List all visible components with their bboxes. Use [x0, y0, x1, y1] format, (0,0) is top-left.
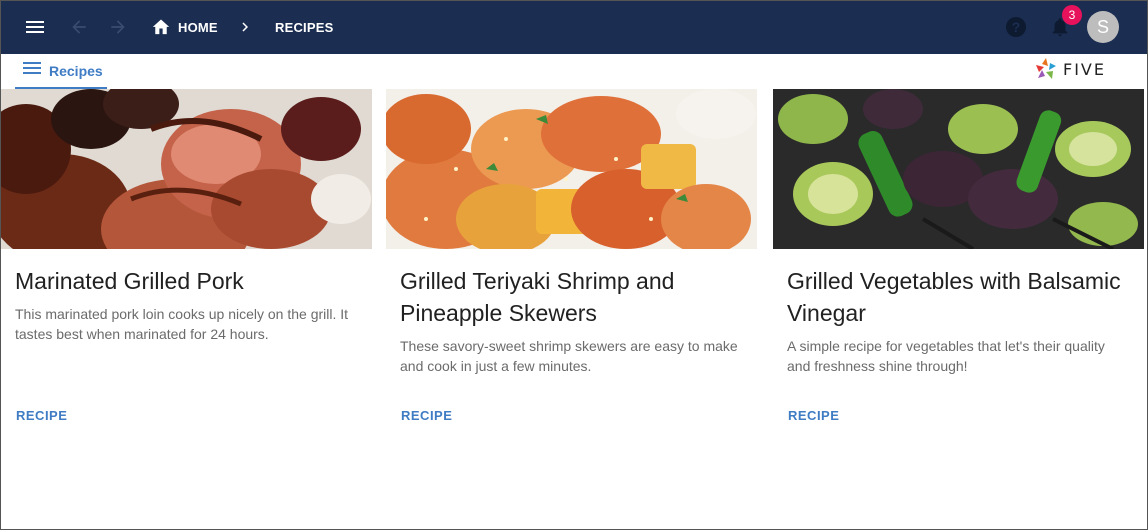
recipe-photo: [773, 89, 1144, 249]
recipe-description: These savory-sweet shrimp skewers are ea…: [400, 338, 738, 374]
home-icon[interactable]: [151, 17, 171, 40]
app-window: HOME RECIPES ? 3 S Recipes FIVE Marinate…: [0, 0, 1148, 530]
list-icon: [23, 61, 41, 80]
five-logo-icon: [1036, 58, 1056, 79]
tab-recipes[interactable]: Recipes: [15, 54, 107, 89]
recipe-card: Grilled Vegetables with Balsamic Vinegar…: [773, 89, 1144, 429]
notification-badge: 3: [1062, 5, 1082, 25]
recipe-title: Marinated Grilled Pork: [15, 268, 244, 294]
recipe-title: Grilled Vegetables with Balsamic Vinegar: [787, 268, 1121, 326]
five-logo: FIVE: [1035, 57, 1106, 81]
recipe-button[interactable]: RECIPE: [16, 408, 67, 423]
recipe-button[interactable]: RECIPE: [401, 408, 452, 423]
breadcrumb-home[interactable]: HOME: [178, 20, 218, 35]
avatar[interactable]: S: [1087, 11, 1119, 43]
recipe-button[interactable]: RECIPE: [788, 408, 839, 423]
recipe-photo: [1, 89, 372, 249]
tab-bar: Recipes FIVE: [1, 54, 1147, 89]
recipe-card: Grilled Teriyaki Shrimp and Pineapple Sk…: [386, 89, 757, 429]
recipe-card: Marinated Grilled Pork This marinated po…: [1, 89, 372, 429]
menu-icon[interactable]: [20, 12, 50, 42]
logo-text: FIVE: [1063, 59, 1106, 79]
arrow-forward-icon[interactable]: [103, 12, 133, 42]
breadcrumb-current: RECIPES: [275, 20, 334, 35]
top-app-bar: HOME RECIPES ? 3 S: [1, 1, 1147, 54]
chevron-right-icon: [236, 18, 254, 41]
tab-label: Recipes: [49, 62, 103, 79]
recipe-description: This marinated pork loin cooks up nicely…: [15, 306, 349, 342]
arrow-back-icon[interactable]: [64, 12, 94, 42]
recipe-photo: [386, 89, 757, 249]
recipe-title: Grilled Teriyaki Shrimp and Pineapple Sk…: [400, 268, 675, 326]
svg-text:?: ?: [1012, 19, 1021, 35]
recipe-description: A simple recipe for vegetables that let'…: [787, 338, 1105, 374]
help-icon[interactable]: ?: [1001, 12, 1031, 42]
